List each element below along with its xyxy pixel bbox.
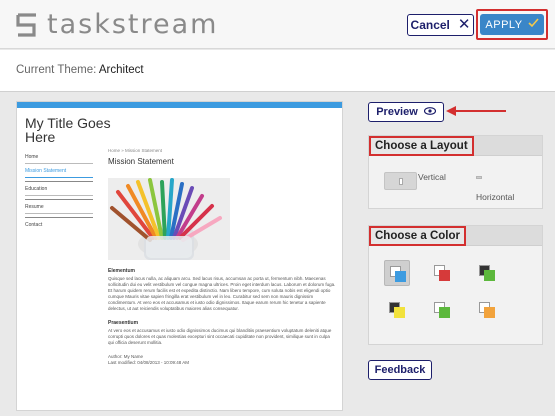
red-arrow-annotation	[446, 106, 506, 116]
preview-content: Home » Mission Statement Mission Stateme…	[108, 148, 336, 366]
swatch-front-square	[395, 271, 406, 282]
color-swatch-green[interactable]	[429, 297, 455, 323]
swatch-front-square	[439, 270, 450, 281]
preview-nav-item: Home	[25, 150, 93, 164]
close-icon: ✕	[457, 16, 471, 33]
preview-modified: Last modified: 04/08/2013 - 10:09:48 AM	[108, 360, 190, 365]
color-swatch-green-dark[interactable]	[474, 260, 500, 286]
color-swatch-orange[interactable]	[474, 297, 500, 323]
taskstream-logo[interactable]: taskstream	[16, 9, 219, 40]
feedback-label: Feedback	[374, 364, 426, 376]
layout-panel-title: Choose a Layout	[369, 136, 474, 156]
cancel-button[interactable]: Cancel ✕	[407, 14, 474, 36]
apply-label: APPLY	[485, 18, 523, 31]
feedback-button[interactable]: Feedback	[368, 360, 432, 380]
layout-horizontal-icon[interactable]	[476, 176, 482, 179]
preview-heading: Mission Statement	[108, 157, 174, 166]
preview-section2-title: Praesentium	[108, 320, 139, 326]
theme-name: Architect	[98, 64, 144, 76]
preview-meta: Author: My Name Last modified: 04/08/201…	[108, 354, 336, 366]
layout-vertical-icon	[399, 178, 403, 185]
layout-vertical-label[interactable]: Vertical	[418, 172, 446, 182]
theme-bar-notch	[30, 81, 50, 91]
checkmark-icon	[528, 18, 539, 31]
cancel-label: Cancel	[410, 18, 450, 32]
preview-section2-text: At vero eos et accusamus et iusto odio d…	[108, 328, 332, 345]
preview-section1-text: Quisque sed lacus nulla, ac aliquam arcu…	[108, 276, 336, 311]
layout-vertical-option[interactable]	[384, 172, 417, 190]
preview-section1-title: Elementum	[108, 268, 135, 274]
preview-site-title: My Title Goes Here	[25, 115, 111, 145]
taskstream-logo-icon	[16, 13, 38, 37]
preview-accent-bar	[17, 102, 342, 108]
layout-horizontal-label[interactable]: Horizontal	[476, 192, 514, 202]
eye-icon	[423, 106, 436, 118]
preview-nav-item: Contact	[25, 222, 43, 228]
theme-label-prefix: Current Theme:	[16, 64, 97, 76]
current-theme-label: Current Theme: Architect	[16, 64, 144, 76]
preview-breadcrumb: Home » Mission Statement	[108, 148, 163, 153]
color-swatch-yellow[interactable]	[384, 297, 410, 323]
swatch-front-square	[439, 307, 450, 318]
preview-label: Preview	[376, 106, 418, 118]
preview-nav-item: Education	[25, 182, 93, 196]
colored-pencils-image	[108, 178, 230, 260]
swatch-front-square	[484, 270, 495, 281]
preview-nav-item-active: Mission Statement	[25, 164, 93, 178]
color-swatch-red[interactable]	[429, 260, 455, 286]
color-swatch-blue[interactable]	[384, 260, 410, 286]
theme-preview-frame: My Title Goes Here Home Mission Statemen…	[16, 101, 343, 411]
swatch-front-square	[484, 307, 495, 318]
apply-button[interactable]: APPLY	[480, 14, 544, 35]
color-panel-title: Choose a Color	[369, 226, 466, 246]
logo-text: taskstream	[47, 9, 219, 40]
preview-button[interactable]: Preview	[368, 102, 444, 122]
preview-nav-item: Resume	[25, 200, 93, 214]
preview-nav: Home Mission Statement Education Resume …	[25, 150, 93, 231]
swatch-front-square	[394, 307, 405, 318]
